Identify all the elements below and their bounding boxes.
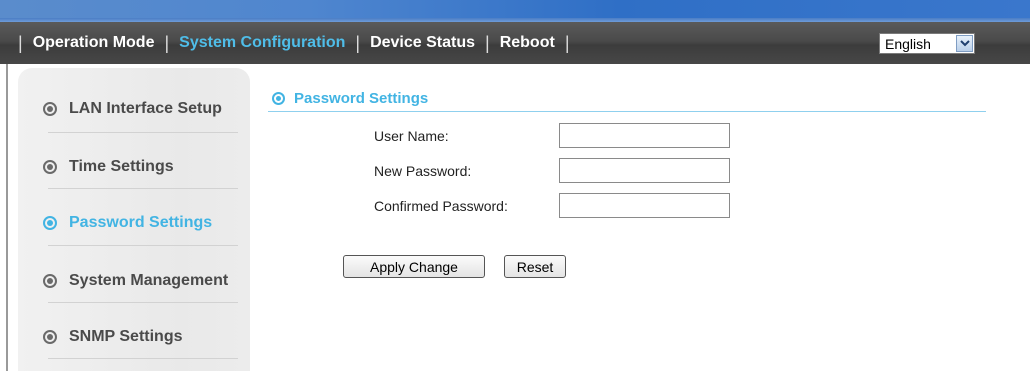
sidebar-item-label: LAN Interface Setup: [69, 100, 222, 117]
new-password-input[interactable]: [559, 158, 730, 183]
sidebar-divider: [48, 245, 238, 246]
nav-separator: |: [564, 32, 570, 53]
confirmed-password-label: Confirmed Password:: [374, 198, 508, 214]
section-header: Password Settings: [268, 86, 986, 112]
sidebar-divider: [48, 358, 238, 359]
sidebar-item-lan-interface-setup[interactable]: LAN Interface Setup: [28, 80, 250, 138]
nav-operation-mode[interactable]: Operation Mode: [33, 34, 155, 52]
user-name-input[interactable]: [559, 123, 730, 148]
radio-bullet-icon: [272, 92, 285, 105]
sidebar-item-password-settings[interactable]: Password Settings: [28, 194, 250, 252]
sidebar-divider: [48, 302, 238, 303]
nav-separator: |: [18, 32, 23, 53]
page-left-border: [0, 64, 8, 371]
radio-bullet-icon: [43, 216, 57, 230]
sidebar-item-label: System Management: [69, 272, 229, 289]
radio-bullet-icon: [43, 160, 57, 174]
nav-reboot[interactable]: Reboot: [500, 34, 555, 52]
language-select[interactable]: English: [879, 33, 975, 54]
user-name-label: User Name:: [374, 128, 449, 144]
radio-bullet-icon: [43, 330, 57, 344]
sidebar-item-label: Password Settings: [69, 214, 213, 231]
sidebar-item-label: SNMP Settings: [69, 328, 183, 345]
radio-bullet-icon: [43, 274, 57, 288]
top-navbar: | Operation Mode | System Configuration …: [0, 22, 1030, 64]
radio-bullet-icon: [43, 102, 57, 116]
nav-separator: |: [485, 32, 490, 53]
confirmed-password-input[interactable]: [559, 193, 730, 218]
apply-change-button[interactable]: Apply Change: [343, 255, 485, 278]
section-title: Password Settings: [294, 90, 429, 107]
nav-separator: |: [355, 32, 361, 53]
sidebar-divider: [48, 132, 238, 133]
chevron-down-icon[interactable]: [956, 35, 973, 52]
sidebar-divider: [48, 188, 238, 189]
nav-device-status[interactable]: Device Status: [370, 34, 475, 52]
reset-button[interactable]: Reset: [504, 255, 566, 278]
language-select-value: English: [885, 35, 931, 52]
nav-separator: |: [164, 32, 170, 53]
sidebar: LAN Interface Setup Time Settings Passwo…: [18, 68, 250, 371]
top-banner-strip: [0, 0, 1030, 22]
nav-system-configuration[interactable]: System Configuration: [179, 34, 345, 52]
new-password-label: New Password:: [374, 163, 472, 179]
sidebar-item-label: Time Settings: [69, 158, 174, 175]
